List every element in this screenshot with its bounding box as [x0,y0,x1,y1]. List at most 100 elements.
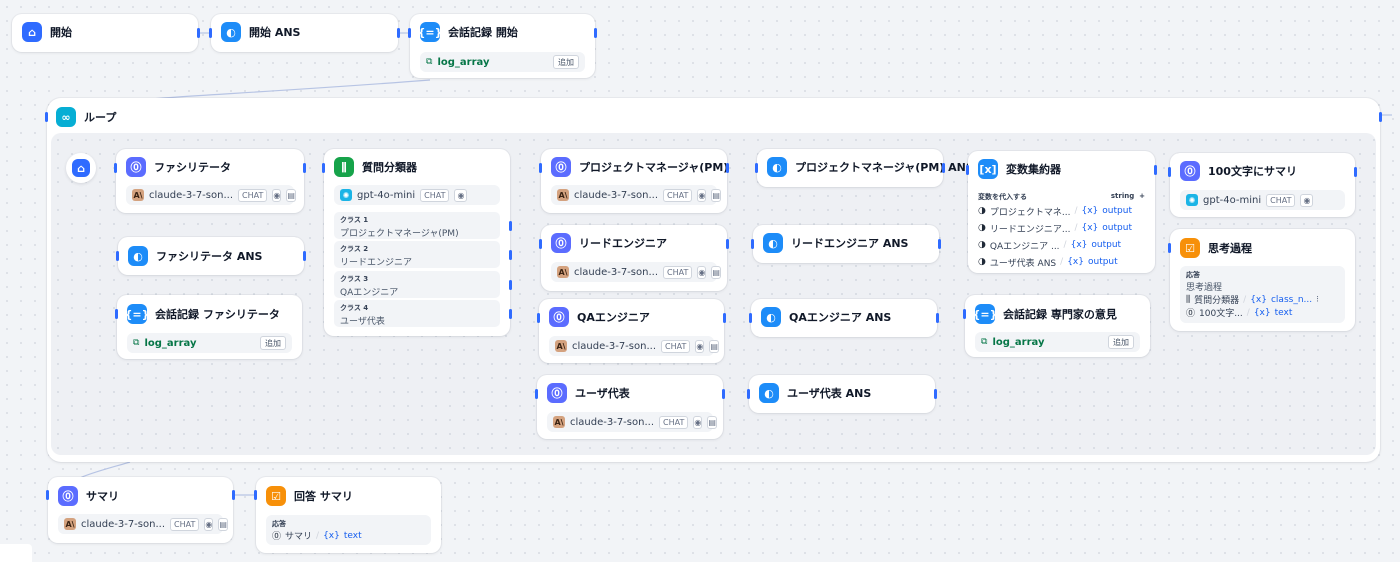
handle-userans-in[interactable] [747,389,750,399]
node-log-start-var-row[interactable]: ⧉ log_array 追加 [420,52,585,72]
document-icon[interactable]: ▤ [711,188,721,202]
node-summary100[interactable]: ⓪ 100文字にサマリ ✺ gpt-4o-mini CHAT ◉ [1170,153,1355,217]
node-classifier-title: 質問分類器 [362,161,417,174]
node-user-ans[interactable]: ◐ ユーザ代表 ANS [749,375,935,413]
node-classifier[interactable]: ⫼ 質問分類器 ✺ gpt-4o-mini CHAT ◉ クラス 1 プロジェク… [324,149,510,336]
node-facilitator-model-row[interactable]: A\ claude-3-7-son... CHAT ◉ ▤ [126,185,296,205]
eye-icon[interactable]: ◉ [272,188,282,202]
handle-answer-in[interactable] [254,490,257,500]
eye-icon[interactable]: ◉ [695,339,705,353]
node-facilitator[interactable]: ⓪ ファシリテータ A\ claude-3-7-son... CHAT ◉ ▤ [116,149,304,213]
node-lead[interactable]: ⓪ リードエンジニア A\ claude-3-7-son... CHAT ◉ ▤ [541,225,727,291]
handle-qaans-out[interactable] [936,313,939,323]
handle-startans-in[interactable] [209,28,212,38]
handle-pmans-in[interactable] [755,163,758,173]
handle-classifier-in[interactable] [322,163,325,173]
handle-logexpert-in[interactable] [963,309,966,319]
document-icon[interactable]: ▤ [709,339,719,353]
node-classifier-model-row[interactable]: ✺ gpt-4o-mini CHAT ◉ [334,185,500,205]
eye-icon[interactable]: ◉ [204,517,214,531]
handle-summary-in[interactable] [46,490,49,500]
handle-aggregator-in[interactable] [966,165,969,175]
handle-logfac-in[interactable] [115,309,118,319]
handle-user-out[interactable] [722,389,725,399]
handle-loop-out[interactable] [1379,112,1382,122]
node-log-expert-add-button[interactable]: 追加 [1108,335,1134,349]
handle-loop-in[interactable] [45,112,48,122]
document-icon[interactable]: ▤ [711,265,721,279]
handle-pm-out[interactable] [726,163,729,173]
node-qa-model-row[interactable]: A\ claude-3-7-son... CHAT ◉ ▤ [549,336,719,356]
node-qa-ans[interactable]: ◐ QAエンジニア ANS [751,299,937,337]
node-user[interactable]: ⓪ ユーザ代表 A\ claude-3-7-son... CHAT ◉ ▤ [537,375,723,439]
document-icon[interactable]: ▤ [286,188,296,202]
document-icon[interactable]: ▤ [218,517,228,531]
node-summary-title: サマリ [86,490,119,503]
node-lead-model-row[interactable]: A\ claude-3-7-son... CHAT ◉ ▤ [551,262,721,282]
handle-logstart-in[interactable] [408,28,411,38]
handle-class3-out[interactable] [509,280,512,290]
node-qa[interactable]: ⓪ QAエンジニア A\ claude-3-7-son... CHAT ◉ ▤ [539,299,724,363]
node-pm[interactable]: ⓪ プロジェクトマネージャ(PM) A\ claude-3-7-son... C… [541,149,728,213]
handle-facilitator-in[interactable] [114,163,117,173]
node-pm-model-row[interactable]: A\ claude-3-7-son... CHAT ◉ ▤ [551,185,721,205]
handle-user-in[interactable] [535,389,538,399]
handle-leadans-in[interactable] [751,239,754,249]
eye-icon[interactable]: ◉ [454,188,468,202]
node-user-title: ユーザ代表 [575,387,630,400]
handle-qa-in[interactable] [537,313,540,323]
handle-fans-in[interactable] [116,251,119,261]
handle-summary-out[interactable] [232,490,235,500]
handle-class4-out[interactable] [509,309,512,319]
node-aggregator[interactable]: [x] 変数集約器 変数を代入する string + ◑ プロジェクトマネ...… [968,151,1155,273]
node-log-expert-var-row[interactable]: ⧉ log_array 追加 [975,332,1140,352]
loop-start-node[interactable]: ⌂ [66,153,96,183]
node-start[interactable]: ⌂ 開始 [12,14,198,52]
node-summary100-header: ⓪ 100文字にサマリ [1180,161,1297,181]
node-thinking[interactable]: ☑ 思考過程 応答 思考過程 ⫼ 質問分類器 / {x} class_n... … [1170,229,1355,331]
handle-fans-out[interactable] [303,251,306,261]
node-log-facilitator-var-row[interactable]: ⧉ log_array 追加 [127,333,292,353]
handle-qa-out[interactable] [723,313,726,323]
eye-icon[interactable]: ◉ [1300,193,1314,207]
node-summary[interactable]: ⓪ サマリ A\ claude-3-7-son... CHAT ◉ ▤ [48,477,233,543]
workflow-canvas[interactable]: ⌂ 開始 ◐ 開始 ANS {=} 会話記録 開始 ⧉ log_array 追加… [0,0,1400,562]
node-pm-ans[interactable]: ◐ プロジェクトマネージャ(PM) ANS [757,149,974,187]
node-log-expert[interactable]: {=} 会話記録 専門家の意見 ⧉ log_array 追加 [965,295,1150,357]
node-summary100-model-row[interactable]: ✺ gpt-4o-mini CHAT ◉ [1180,190,1345,210]
node-answer-summary[interactable]: ☑ 回答 サマリ 応答 ⓪ サマリ / {x} text [256,477,441,553]
node-user-model-row[interactable]: A\ claude-3-7-son... CHAT ◉ ▤ [547,412,717,432]
handle-summary100-out[interactable] [1354,167,1357,177]
handle-leadans-out[interactable] [938,239,941,249]
handle-userans-out[interactable] [934,389,937,399]
handle-logstart-out[interactable] [594,28,597,38]
handle-summary100-in[interactable] [1168,167,1171,177]
eye-icon[interactable]: ◉ [697,188,707,202]
handle-thinking-in[interactable] [1168,243,1171,253]
node-summary-model-row[interactable]: A\ claude-3-7-son... CHAT ◉ ▤ [58,514,228,534]
node-log-facilitator[interactable]: {=} 会話記録 ファシリテータ ⧉ log_array 追加 [117,295,302,359]
document-icon[interactable]: ▤ [707,415,717,429]
eye-icon[interactable]: ◉ [697,265,707,279]
node-lead-ans[interactable]: ◐ リードエンジニア ANS [753,225,939,263]
node-log-facilitator-add-button[interactable]: 追加 [260,336,286,350]
thinking-ref-src: 質問分類器 [1194,296,1240,306]
handle-pmans-out[interactable] [942,163,945,173]
handle-lead-in[interactable] [539,239,542,249]
handle-qaans-in[interactable] [749,313,752,323]
aggregator-add-button[interactable]: + [1139,192,1145,200]
handle-aggregator-out[interactable] [1154,165,1157,175]
handle-startans-out[interactable] [397,28,400,38]
handle-class1-out[interactable] [509,221,512,231]
handle-lead-out[interactable] [726,239,729,249]
node-log-start[interactable]: {=} 会話記録 開始 ⧉ log_array 追加 [410,14,595,78]
handle-class2-out[interactable] [509,250,512,260]
node-facilitator-ans[interactable]: ◐ ファシリテータ ANS [118,237,304,275]
handle-start-out[interactable] [197,28,200,38]
thinking-ref-more[interactable]: ⁝ [1316,295,1319,305]
handle-pm-in[interactable] [539,163,542,173]
eye-icon[interactable]: ◉ [693,415,703,429]
handle-facilitator-out[interactable] [303,163,306,173]
node-start-ans[interactable]: ◐ 開始 ANS [211,14,398,52]
node-log-start-add-button[interactable]: 追加 [553,55,579,69]
